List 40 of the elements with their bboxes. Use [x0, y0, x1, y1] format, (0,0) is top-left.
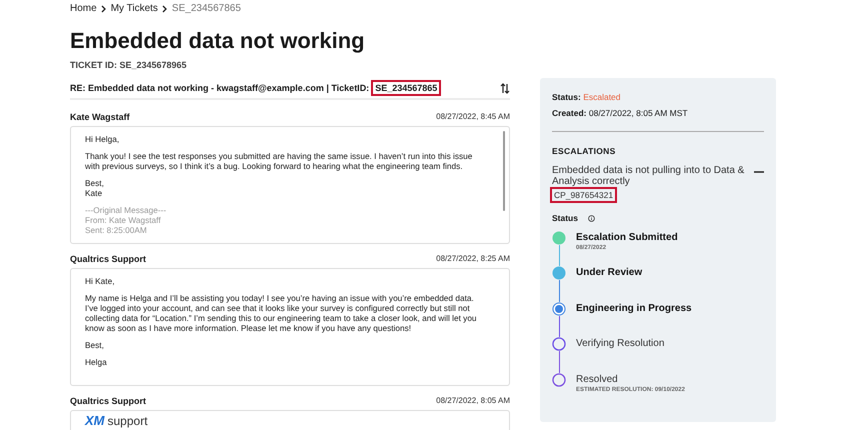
message-text: Helga: [85, 357, 108, 367]
breadcrumb-link[interactable]: SE_234567865: [172, 3, 241, 14]
logo-word: support: [108, 414, 148, 428]
status-line: Status: Escalated: [552, 92, 622, 102]
ticket-id: TICKET ID: SE_2345678965: [70, 60, 188, 70]
message-text: Thank you! I see the test responses you submitted are having the same issue. I haven’t run into this issue with previous surveys, so I think it’s a bug. Looking forward to hearing what the engineering team finds.: [85, 151, 474, 171]
scrollbar[interactable]: [503, 131, 505, 211]
message-time: 08/27/2022, 8:05 AM: [436, 396, 510, 406]
step-label: Verifying Resolution: [576, 338, 664, 350]
page-title: Embedded data not working: [70, 28, 366, 54]
sort-icon[interactable]: [500, 82, 510, 94]
escalation-id: CP_987654321: [552, 189, 616, 201]
step-label: Under Review: [576, 267, 642, 278]
minus-icon: [754, 170, 764, 174]
message-sender: Qualtrics Support: [70, 396, 146, 406]
message-text: Hi Kate,: [85, 276, 116, 286]
message-text: Hi Helga,: [85, 134, 120, 144]
message-sender: Kate Wagstaff: [70, 112, 130, 122]
created-line: Created: 08/27/2022, 8:05 AM MST: [552, 108, 689, 118]
message-text: Best, Kate: [85, 178, 105, 198]
thread-subject: RE: Embedded data not working - kwagstaff@example.com | TicketID:: [70, 83, 370, 93]
step-label: Resolved: [576, 374, 619, 385]
message-text: ---Original Message--- From: Kate Wagstaff Sent: 8:25:00AM: [85, 205, 168, 235]
step-label: Engineering in Progress: [576, 302, 692, 314]
message-sender: Qualtrics Support: [70, 254, 146, 264]
message-text: My name is Helga and I’ll be assisting you today! I see you’re having an issue with you’re embedded data. I’ve logged into your account, and can see that it looks like your survey is configured correctly but still not collecting data for “Location.” I’m sending this to our engineering team to take a closer look, and will let you know as soon as I have more information. Please let me know if you have any questions!: [85, 293, 478, 333]
chevron-right-icon: [100, 4, 107, 12]
breadcrumb-link[interactable]: My Tickets: [110, 3, 158, 14]
chevron-right-icon: [162, 4, 168, 12]
ticket-number: SE_234567865: [373, 82, 440, 94]
breadcrumb-link[interactable]: Home: [70, 3, 97, 14]
escalation-title: Embedded data is not pulling into to Data & Analysis correctly: [552, 165, 746, 187]
message-time: 08/27/2022, 8:45 AM: [436, 112, 510, 122]
section-heading: ESCALATIONS: [552, 146, 617, 156]
message-text: Best,: [85, 340, 105, 350]
info-icon[interactable]: [588, 214, 595, 222]
message-time: 08/27/2022, 8:25 AM: [436, 254, 510, 264]
status-heading: Status: [552, 213, 578, 223]
logo-mark: XM: [85, 413, 104, 428]
step-label: Escalation Submitted: [576, 232, 678, 243]
